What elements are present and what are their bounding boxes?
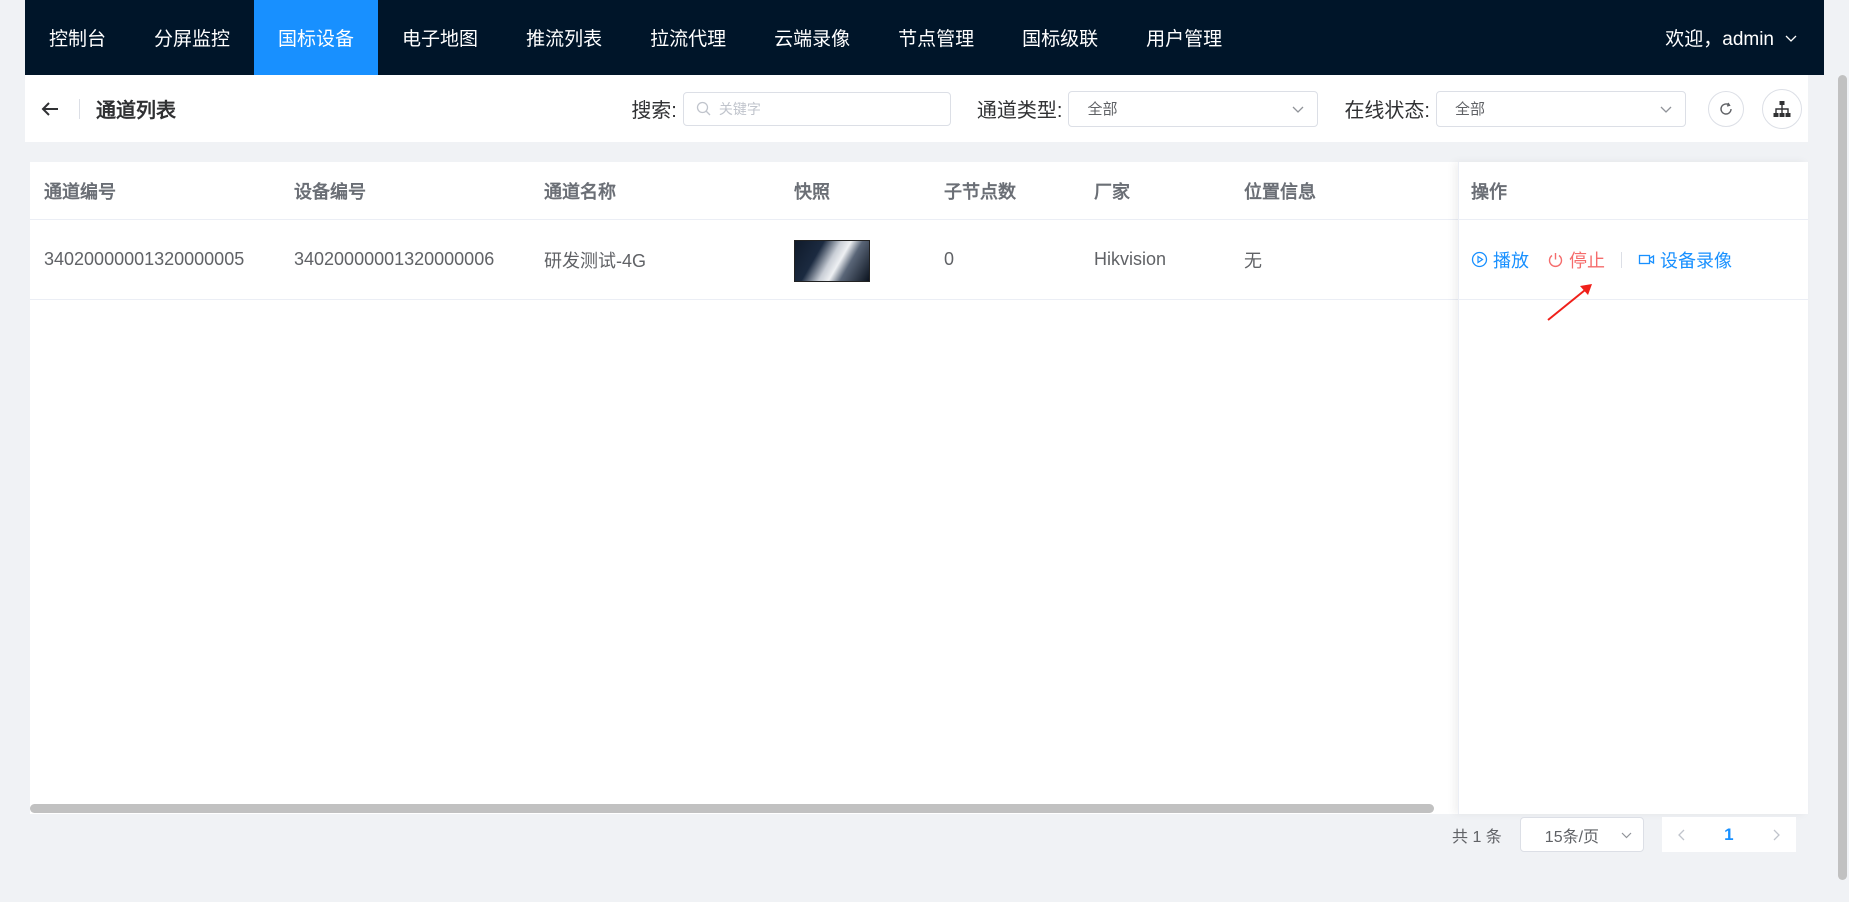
nav-item-user-manage[interactable]: 用户管理 xyxy=(1122,0,1246,75)
channel-type-label: 通道类型: xyxy=(976,100,1063,122)
chevron-down-icon xyxy=(1660,106,1672,113)
device-record-label: 设备录像 xyxy=(1660,250,1732,271)
play-label: 播放 xyxy=(1493,250,1529,271)
online-status-label: 在线状态: xyxy=(1344,100,1430,122)
nav-item-node-manage[interactable]: 节点管理 xyxy=(874,0,998,75)
top-nav: 控制台 分屏监控 国标设备 电子地图 推流列表 拉流代理 云端录像 节点管理 国… xyxy=(25,0,1824,75)
nav-item-cloud-record[interactable]: 云端录像 xyxy=(750,0,874,75)
search-input[interactable] xyxy=(716,99,917,118)
device-record-button[interactable]: 设备录像 xyxy=(1638,247,1732,273)
org-tree-icon xyxy=(1773,100,1791,117)
page-number[interactable]: 1 xyxy=(1701,817,1756,852)
back-button[interactable] xyxy=(37,96,63,122)
refresh-button[interactable] xyxy=(1708,90,1744,127)
power-icon xyxy=(1548,253,1563,267)
arrow-left-icon xyxy=(41,101,58,116)
col-child-count: 子节点数 xyxy=(944,181,1016,202)
page-size-select[interactable]: 15条/页 xyxy=(1519,817,1644,852)
annotation-arrow-icon xyxy=(1547,284,1592,321)
cell-channel-name: 研发测试-4G xyxy=(544,250,647,271)
chevron-right-icon xyxy=(1773,829,1780,840)
channel-type-select[interactable]: 全部 xyxy=(1068,90,1319,127)
tree-view-button[interactable] xyxy=(1762,88,1802,129)
welcome-text: 欢迎，admin xyxy=(1665,29,1774,50)
prev-page-button[interactable] xyxy=(1661,817,1702,852)
nav-item-pull-proxy[interactable]: 拉流代理 xyxy=(626,0,750,75)
filter-bar: 搜索: 通道类型: 全部 在线状态: 全部 xyxy=(631,88,1808,129)
operations-row: 播放 停止 设备录像 xyxy=(1459,220,1808,300)
nav-item-console[interactable]: 控制台 xyxy=(25,0,130,75)
page-header: 通道列表 搜索: 通道类型: 全部 在线状态: 全部 xyxy=(25,75,1808,142)
cell-channel-id: 34020000001320000005 xyxy=(44,249,245,269)
col-operations: 操作 xyxy=(1459,162,1808,220)
col-channel-name: 通道名称 xyxy=(544,181,616,202)
operations-column: 操作 播放 停止 设备录像 xyxy=(1458,162,1808,814)
online-status-value: 全部 xyxy=(1455,101,1486,118)
chevron-down-icon xyxy=(1621,832,1632,839)
total-count: 共 1 条 xyxy=(1452,828,1502,846)
cell-location: 无 xyxy=(1244,250,1262,271)
cell-vendor: Hikvision xyxy=(1094,249,1167,269)
user-menu[interactable]: 欢迎，admin xyxy=(1665,0,1824,75)
horizontal-scrollbar[interactable] xyxy=(30,804,1434,813)
refresh-icon xyxy=(1720,102,1732,115)
search-label: 搜索: xyxy=(631,100,677,122)
chevron-down-icon xyxy=(1785,35,1797,42)
page-size-value: 15条/页 xyxy=(1544,828,1600,846)
next-page-button[interactable] xyxy=(1755,817,1796,852)
col-snapshot: 快照 xyxy=(794,181,830,202)
search-icon xyxy=(696,101,711,116)
channel-type-value: 全部 xyxy=(1087,101,1118,118)
stop-button[interactable]: 停止 xyxy=(1547,247,1605,273)
col-location: 位置信息 xyxy=(1244,181,1316,202)
search-field[interactable] xyxy=(682,91,951,126)
nav-item-push-list[interactable]: 推流列表 xyxy=(502,0,626,75)
chevron-left-icon xyxy=(1677,829,1685,840)
play-button[interactable]: 播放 xyxy=(1471,247,1529,273)
online-status-select[interactable]: 全部 xyxy=(1436,90,1686,127)
action-divider xyxy=(1621,251,1622,268)
col-device-id: 设备编号 xyxy=(294,181,366,202)
cell-device-id: 34020000001320000006 xyxy=(294,249,495,269)
pagination: 共 1 条 15条/页 1 xyxy=(1452,817,1796,852)
play-circle-icon xyxy=(1471,251,1488,268)
nav-item-split-monitor[interactable]: 分屏监控 xyxy=(130,0,254,75)
page-title: 通道列表 xyxy=(96,100,176,122)
nav-item-gb-devices[interactable]: 国标设备 xyxy=(254,0,379,75)
snapshot-thumbnail[interactable] xyxy=(794,240,870,282)
chevron-down-icon xyxy=(1292,106,1304,113)
col-vendor: 厂家 xyxy=(1094,181,1130,202)
col-channel-id: 通道编号 xyxy=(44,181,116,202)
nav-item-map[interactable]: 电子地图 xyxy=(378,0,502,75)
stop-label: 停止 xyxy=(1569,250,1605,271)
cell-child-count: 0 xyxy=(944,249,955,269)
divider xyxy=(79,98,80,119)
vertical-scrollbar[interactable] xyxy=(1838,75,1847,880)
nav-item-gb-cascade[interactable]: 国标级联 xyxy=(998,0,1122,75)
channel-table: 通道编号 设备编号 通道名称 快照 子节点数 厂家 位置信息 340200000… xyxy=(30,162,1808,814)
video-camera-icon xyxy=(1638,254,1655,265)
